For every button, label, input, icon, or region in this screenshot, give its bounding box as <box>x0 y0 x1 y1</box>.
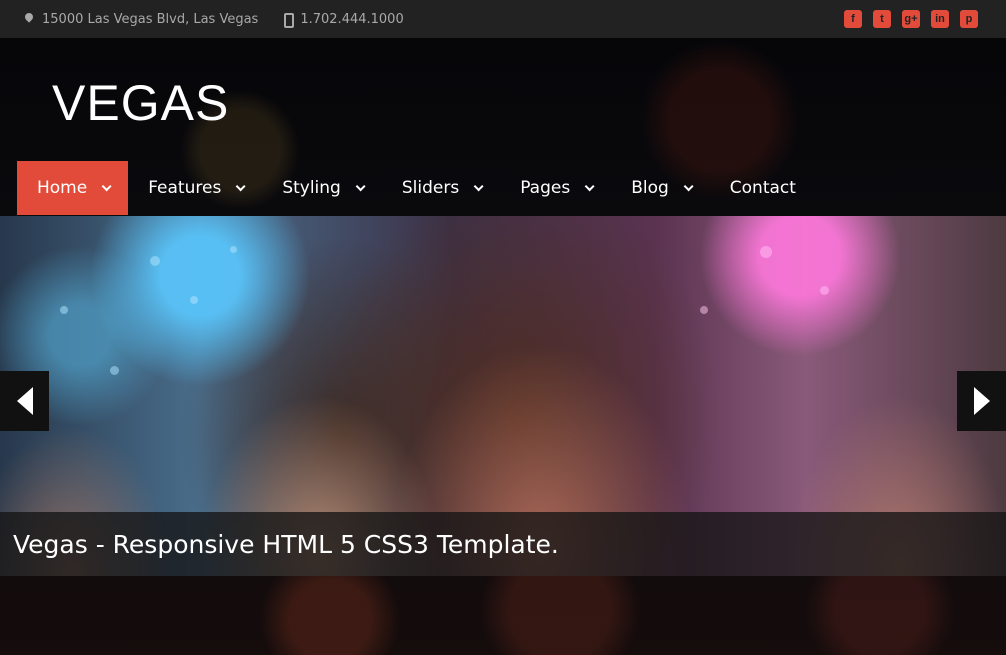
nav-item-label: Pages <box>520 178 571 198</box>
chevron-down-icon <box>235 180 246 191</box>
google-plus-icon[interactable]: g+ <box>902 10 920 28</box>
site-logo[interactable]: VEGAS <box>52 74 229 132</box>
chevron-down-icon <box>683 180 694 191</box>
nav-item-label: Sliders <box>401 178 460 198</box>
chevron-down-icon <box>473 180 484 191</box>
social-links: f t g+ in p <box>844 10 978 28</box>
chevron-down-icon <box>355 180 366 191</box>
phone-icon <box>282 13 295 28</box>
main-nav: Home Features Styling Sliders Pages Blog… <box>17 161 816 215</box>
nav-item-label: Blog <box>631 178 669 198</box>
slide-caption: Vegas - Responsive HTML 5 CSS3 Template. <box>0 512 1006 576</box>
nav-item-blog[interactable]: Blog <box>611 161 710 215</box>
slider-prev-button[interactable] <box>0 371 49 431</box>
nav-item-features[interactable]: Features <box>128 161 262 215</box>
arrow-right-icon <box>973 387 990 415</box>
phone-text: 1.702.444.1000 <box>300 11 404 27</box>
arrow-left-icon <box>16 387 33 415</box>
nav-item-label: Styling <box>282 178 341 198</box>
nav-item-pages[interactable]: Pages <box>500 161 611 215</box>
location-pin-icon <box>24 13 34 25</box>
slider-next-button[interactable] <box>957 371 1006 431</box>
nav-item-home[interactable]: Home <box>17 161 129 215</box>
chevron-down-icon <box>101 180 112 191</box>
chevron-down-icon <box>584 180 595 191</box>
pinterest-icon[interactable]: p <box>960 10 978 28</box>
nav-item-styling[interactable]: Styling <box>262 161 382 215</box>
address-text: 15000 Las Vegas Blvd, Las Vegas <box>42 11 259 27</box>
top-bar: 15000 Las Vegas Blvd, Las Vegas 1.702.44… <box>0 0 1006 38</box>
facebook-icon[interactable]: f <box>844 10 862 28</box>
hero-slider: Vegas - Responsive HTML 5 CSS3 Template. <box>0 216 1006 576</box>
contact-info: 15000 Las Vegas Blvd, Las Vegas 1.702.44… <box>24 11 404 28</box>
nav-item-contact[interactable]: Contact <box>710 161 816 215</box>
nav-item-sliders[interactable]: Sliders <box>382 161 500 215</box>
linkedin-icon[interactable]: in <box>931 10 949 28</box>
nav-item-label: Contact <box>729 178 796 198</box>
twitter-icon[interactable]: t <box>873 10 891 28</box>
nav-item-label: Features <box>148 178 222 198</box>
nav-item-label: Home <box>37 178 88 198</box>
